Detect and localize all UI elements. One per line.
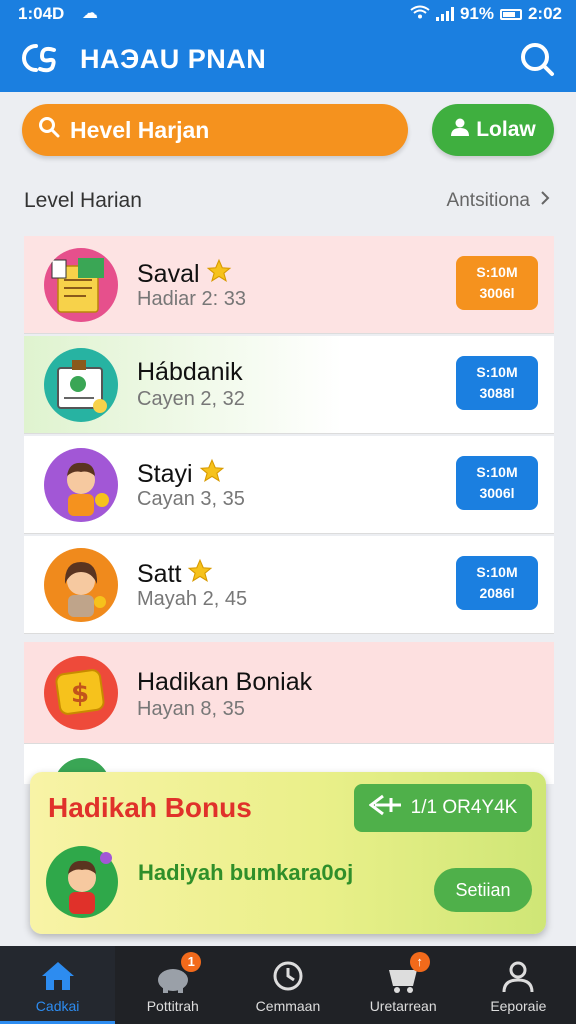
battery-icon	[499, 8, 522, 20]
badge-bottom: 3088l	[479, 385, 515, 401]
row-name-text: Saval	[137, 260, 200, 288]
follow-label: Lolaw	[476, 118, 536, 141]
badge-bottom: 2086l	[479, 585, 515, 601]
bonus-text: Hadiyah bumkara0oj	[138, 860, 354, 885]
section-link[interactable]: Antsitiona	[447, 190, 550, 212]
nav-label: Uretarrean	[369, 998, 437, 1014]
row-name: Saval	[137, 258, 232, 291]
badge-top: S:10M	[476, 264, 518, 280]
row-subtitle: Hadiar 2: 33	[137, 288, 246, 310]
price-badge[interactable]: S:10M 2086l	[456, 556, 538, 610]
row-subtitle: Cayen 2, 32	[137, 388, 245, 410]
bonus-title: Hadikah Bonus	[48, 792, 252, 823]
status-bar: 1:04D ☁ 91% 2:02	[0, 0, 576, 28]
price-badge[interactable]: S:10M 3006l	[456, 256, 538, 310]
status-clock: 2:02	[527, 4, 562, 23]
home-icon	[38, 958, 78, 994]
user-icon	[450, 117, 470, 143]
list-item[interactable]: Stayi Cayan 3, 35 S:10M 3006l	[24, 436, 554, 534]
row-name: Hábdanik	[137, 358, 243, 387]
list-item[interactable]: Saval Hadiar 2: 33 S:10M 3006l	[24, 236, 554, 334]
status-time: 1:04D	[18, 4, 65, 23]
notification-icon: ☁	[82, 5, 98, 22]
row-name-text: Hadikan Boniak	[137, 668, 313, 696]
nav-home[interactable]: Cadkai	[0, 946, 116, 1024]
star-icon	[206, 258, 232, 291]
section-title: Level Harian	[24, 189, 142, 212]
clock-icon	[268, 958, 308, 994]
bonus-code-button[interactable]: 1/1 OR4Y4K	[354, 784, 532, 832]
nav-rewards[interactable]: 1 Pottitrah	[115, 946, 230, 1024]
row-subtitle: Mayah 2, 45	[137, 588, 248, 610]
bonus-card[interactable]: Hadikah Bonus 1/1 OR4Y4K Hadiyah bumkara…	[30, 772, 546, 934]
row-subtitle: Cayan 3, 35	[137, 488, 245, 510]
person-icon	[498, 958, 538, 994]
row-name-text: Hábdanik	[137, 358, 243, 386]
kid-avatar-icon	[44, 844, 120, 920]
bottom-nav: Cadkai 1 Pottitrah Cemmaan ↑ Uretarrean …	[0, 946, 576, 1024]
follow-button[interactable]: Lolaw	[432, 104, 554, 156]
nav-history[interactable]: Cemmaan	[230, 946, 345, 1024]
nav-label: Cemmaan	[255, 998, 321, 1014]
row-name-text: Stayi	[137, 460, 193, 488]
row-subtitle: Hayan 8, 35	[137, 698, 245, 720]
row-name: Hadikan Boniak	[137, 668, 312, 697]
price-badge[interactable]: S:10M 3006l	[456, 456, 538, 510]
nav-market[interactable]: ↑ Uretarrean	[346, 946, 461, 1024]
row-name: Stayi	[137, 458, 225, 491]
app-logo-icon	[20, 42, 60, 74]
back-arrow-icon	[368, 794, 403, 822]
search-bar[interactable]: Hevel Harjan	[22, 104, 408, 156]
nav-profile[interactable]: Eeporaie	[461, 946, 576, 1024]
app-bar: 1:04D ☁ 91% 2:02 HAЭAU PNAN	[0, 0, 576, 92]
signal-icon	[435, 7, 454, 21]
nav-label: Pottitrah	[146, 998, 199, 1014]
search-label: Hevel Harjan	[70, 116, 210, 143]
price-badge[interactable]: S:10M 3088l	[456, 356, 538, 410]
star-icon	[199, 458, 225, 491]
badge-bottom: 3006l	[479, 485, 515, 501]
badge-top: S:10M	[476, 564, 518, 580]
search-icon[interactable]	[518, 40, 556, 78]
girl-avatar-icon	[44, 548, 118, 622]
row-name: Satt	[137, 558, 213, 591]
list-item[interactable]: Satt Mayah 2, 45 S:10M 2086l	[24, 536, 554, 634]
search-icon	[38, 116, 60, 144]
status-right: 91% 2:02	[410, 4, 562, 24]
wifi-icon	[410, 4, 430, 24]
chevron-right-icon	[540, 190, 550, 212]
section-link-label: Antsitiona	[446, 190, 530, 211]
nav-label: Cadkai	[35, 998, 80, 1014]
list-item[interactable]: $ Hadikan Boniak Hayan 8, 35	[24, 642, 554, 744]
svg-text:$: $	[71, 679, 89, 709]
clipboard-avatar-icon	[44, 348, 118, 422]
document-avatar-icon	[44, 248, 118, 322]
dollar-avatar-icon: $	[44, 656, 118, 730]
app-title: HAЭAU PNAN	[80, 44, 267, 74]
badge-top: S:10M	[476, 464, 518, 480]
battery-percent: 91%	[459, 4, 494, 23]
badge-top: S:10M	[476, 364, 518, 380]
bonus-code: 1/1 OR4Y4K	[410, 797, 518, 818]
notification-badge: ↑	[409, 952, 430, 972]
list-item[interactable]: Hábdanik Cayen 2, 32 S:10M 3088l	[24, 336, 554, 434]
boy-avatar-icon	[44, 448, 118, 522]
bonus-action-button[interactable]: Setiian	[434, 868, 532, 912]
badge-bottom: 3006l	[479, 285, 515, 301]
notification-badge: 1	[181, 952, 202, 972]
star-icon	[187, 558, 213, 591]
nav-label: Eeporaie	[490, 998, 547, 1014]
row-name-text: Satt	[137, 560, 182, 588]
